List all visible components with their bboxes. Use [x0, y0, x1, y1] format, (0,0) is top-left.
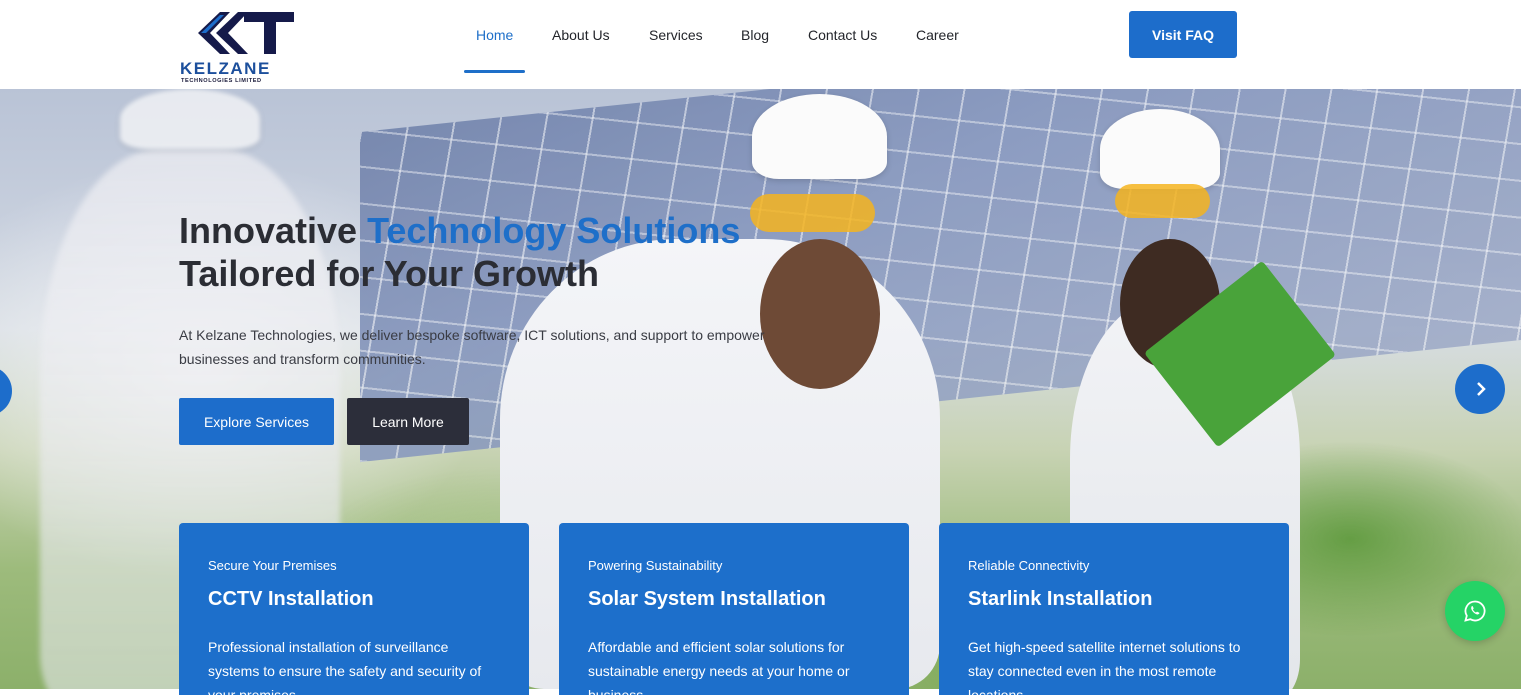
site-header: KELZANE TECHNOLOGIES LIMITED Home About …: [0, 0, 1521, 89]
nav-active-indicator: [464, 70, 525, 73]
visit-faq-button[interactable]: Visit FAQ: [1129, 11, 1237, 58]
card-title: CCTV Installation: [208, 588, 374, 610]
helmet-center: [752, 94, 887, 179]
service-card-starlink[interactable]: Reliable Connectivity Starlink Installat…: [939, 523, 1289, 695]
hero-title-line2: Tailored for Your Growth: [179, 253, 600, 294]
explore-services-button[interactable]: Explore Services: [179, 398, 334, 445]
kelzane-logo[interactable]: KELZANE TECHNOLOGIES LIMITED: [178, 10, 298, 86]
card-kicker: Secure Your Premises: [208, 558, 337, 573]
card-description: Affordable and efficient solar solutions…: [588, 639, 850, 695]
card-title: Solar System Installation: [588, 588, 826, 610]
card-title: Starlink Installation: [968, 588, 1153, 610]
kelzane-logo-mark: [198, 12, 294, 54]
hero-title: Innovative Technology Solutions Tailored…: [179, 209, 819, 295]
logo-tagline: TECHNOLOGIES LIMITED: [181, 78, 262, 84]
nav-item-about-us[interactable]: About Us: [552, 27, 610, 43]
nav-item-contact-us[interactable]: Contact Us: [808, 27, 877, 43]
whatsapp-icon: [1464, 600, 1486, 622]
carousel-next-button[interactable]: [1455, 364, 1505, 414]
carousel-prev-button[interactable]: [0, 366, 12, 416]
learn-more-button[interactable]: Learn More: [347, 398, 469, 445]
nav-item-services[interactable]: Services: [649, 27, 703, 43]
hero-title-accent: Technology Solutions: [367, 210, 741, 251]
logo-name: KELZANE: [180, 59, 271, 78]
helmet-left: [120, 89, 260, 149]
card-kicker: Reliable Connectivity: [968, 558, 1090, 573]
whatsapp-chat-button[interactable]: [1445, 581, 1505, 641]
service-card-cctv[interactable]: Secure Your Premises CCTV Installation P…: [179, 523, 529, 695]
card-description: Professional installation of surveillanc…: [208, 639, 482, 695]
nav-item-home[interactable]: Home: [476, 27, 513, 43]
nav-item-blog[interactable]: Blog: [741, 27, 769, 43]
hero-title-part1: Innovative: [179, 210, 368, 251]
chevron-right-icon: [1477, 382, 1486, 396]
nav-item-career[interactable]: Career: [916, 27, 959, 43]
card-kicker: Powering Sustainability: [588, 558, 723, 573]
helmet-right: [1100, 109, 1220, 189]
goggles-right: [1115, 184, 1210, 218]
hero-content: Innovative Technology Solutions Tailored…: [179, 209, 819, 371]
hero-description: At Kelzane Technologies, we deliver besp…: [179, 327, 765, 367]
service-card-solar[interactable]: Powering Sustainability Solar System Ins…: [559, 523, 909, 695]
card-description: Get high-speed satellite internet soluti…: [968, 639, 1241, 695]
